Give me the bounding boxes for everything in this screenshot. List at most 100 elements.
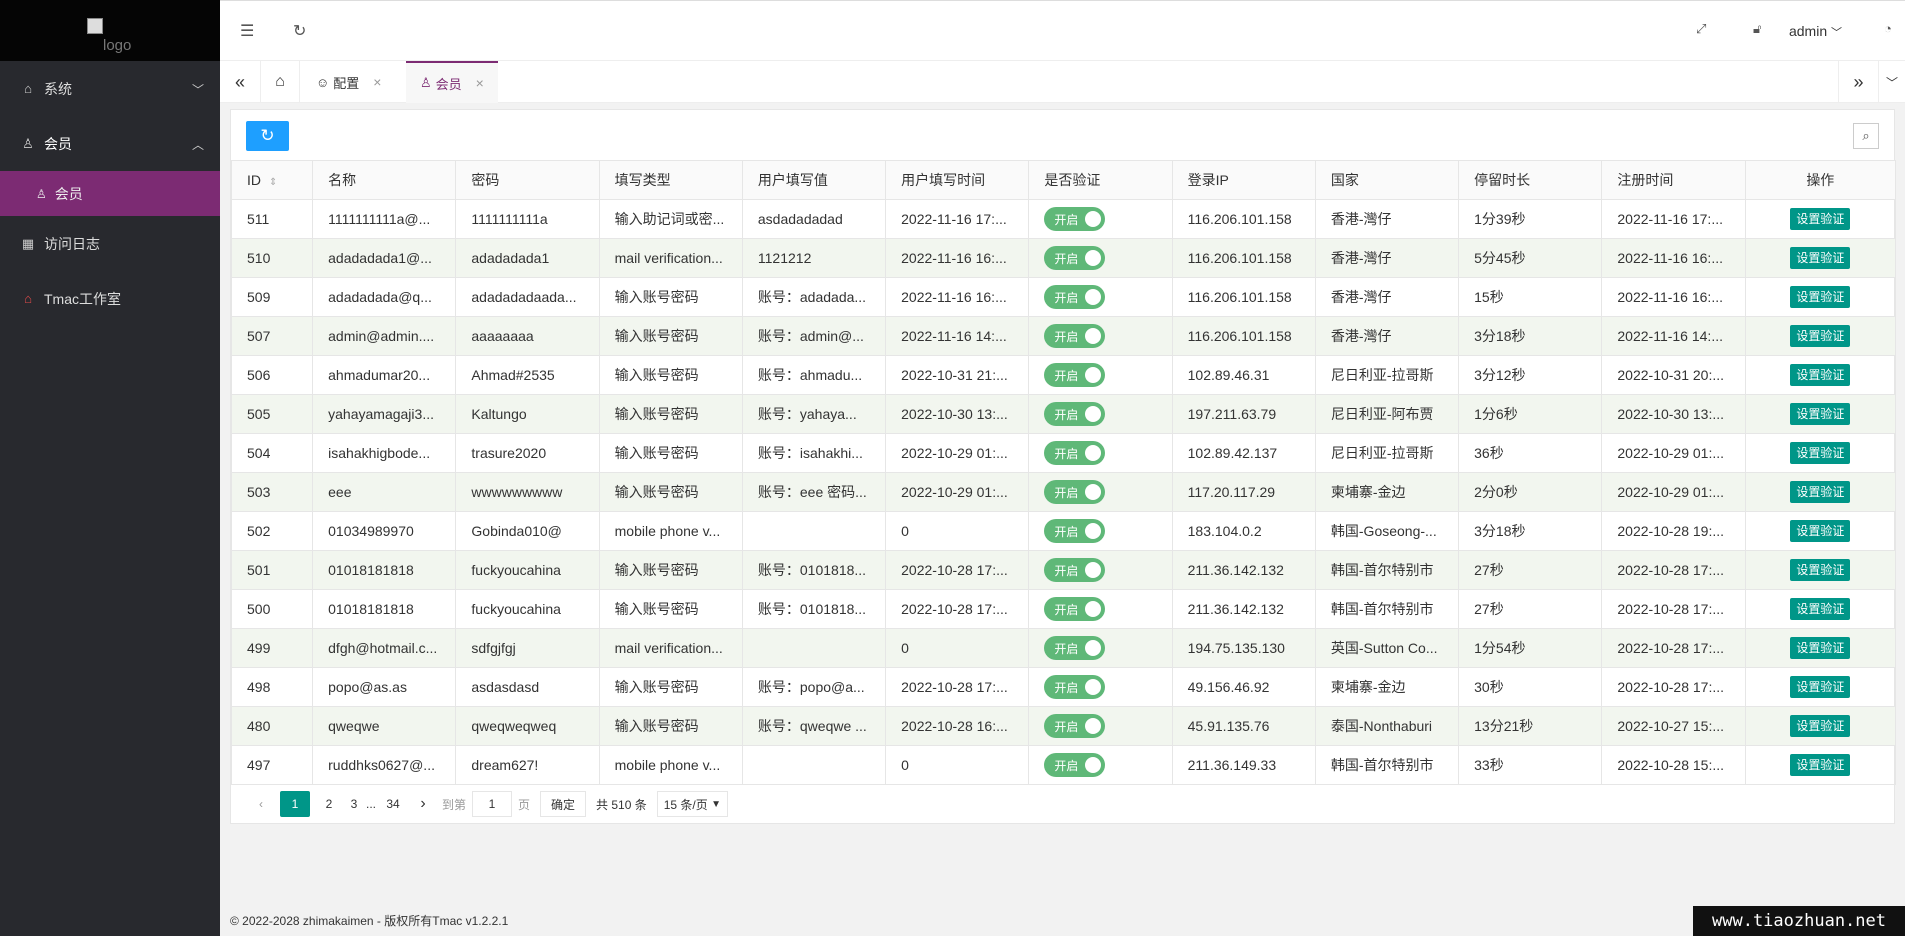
table-cell: 45.91.135.76 [1171, 706, 1316, 746]
table-cell: 尼日利亚-拉哥斯 [1314, 355, 1460, 395]
column-header: 操作 [1744, 160, 1897, 200]
set-verify-button[interactable]: 设置验证 [1790, 403, 1851, 425]
theme-icon[interactable]: ◔ [1884, 21, 1892, 36]
next-page-icon[interactable]: › [408, 791, 438, 817]
verify-switch[interactable]: 开启 [1044, 207, 1106, 231]
chevron-down-icon: ▼ [711, 798, 722, 810]
tabs-menu-chevron-icon[interactable]: ﹀ [1878, 61, 1905, 103]
verify-switch[interactable]: 开启 [1044, 714, 1106, 738]
page-34[interactable]: 34 [378, 791, 408, 817]
table-cell: 116.206.101.158 [1171, 316, 1316, 356]
table-cell: 2022-11-16 14:... [1601, 316, 1746, 356]
verify-switch[interactable]: 开启 [1044, 324, 1106, 348]
table-cell: 输入账号密码 [598, 394, 743, 434]
refresh-button[interactable]: ↻ [246, 121, 289, 151]
set-verify-button[interactable]: 设置验证 [1790, 559, 1851, 581]
per-page-value: 15 条/页 [663, 797, 708, 812]
set-verify-button[interactable]: 设置验证 [1790, 637, 1851, 659]
tabs-scroll-right-icon[interactable]: » [1838, 61, 1878, 103]
tab-home-icon[interactable]: ⌂ [260, 61, 300, 103]
prev-page-icon[interactable]: ‹ [246, 791, 276, 817]
set-verify-button[interactable]: 设置验证 [1790, 598, 1851, 620]
per-page-select[interactable]: 15 条/页 ▼ [656, 791, 729, 817]
verify-switch[interactable]: 开启 [1044, 558, 1106, 582]
verify-switch[interactable]: 开启 [1044, 480, 1106, 504]
close-icon[interactable]: × [373, 74, 381, 90]
verify-switch[interactable]: 开启 [1044, 402, 1106, 426]
switch-label: 开启 [1054, 368, 1079, 383]
switch-label: 开启 [1054, 758, 1079, 773]
confirm-page-button[interactable]: 确定 [540, 791, 587, 817]
menu-toggle-icon[interactable]: ☰ [240, 21, 254, 41]
page-2[interactable]: 2 [314, 791, 344, 817]
refresh-icon[interactable]: ↻ [293, 21, 306, 41]
close-icon[interactable]: × [476, 75, 484, 91]
page-1[interactable]: 1 [280, 791, 310, 817]
table-cell: asdasdasd [455, 667, 600, 707]
set-verify-button[interactable]: 设置验证 [1790, 325, 1851, 347]
tab-members[interactable]: ♙ 会员 × [406, 61, 498, 103]
set-verify-button[interactable]: 设置验证 [1790, 715, 1851, 737]
set-verify-button[interactable]: 设置验证 [1790, 676, 1851, 698]
table-cell: 1分54秒 [1458, 628, 1603, 668]
verify-switch[interactable]: 开启 [1044, 675, 1106, 699]
table-cell: 开启 [1028, 277, 1173, 317]
set-verify-button[interactable]: 设置验证 [1790, 754, 1851, 776]
page-input[interactable]: 1 [472, 791, 513, 817]
switch-label: 开启 [1054, 251, 1079, 266]
sidebar-item-system[interactable]: ⌂ 系统 ﹀ [0, 61, 220, 116]
username: admin [1788, 23, 1828, 39]
sidebar-item-tmac-studio[interactable]: ⌂ Tmac工作室 [0, 271, 220, 326]
user-menu[interactable]: admin ﹀ [1789, 23, 1842, 40]
verify-switch[interactable]: 开启 [1044, 753, 1106, 777]
sidebar-item-members[interactable]: ♙ 会员 ︿ [0, 116, 220, 171]
set-verify-button[interactable]: 设置验证 [1790, 208, 1851, 230]
table-cell: adadadada1 [455, 238, 600, 278]
table-cell: 输入账号密码 [598, 589, 743, 629]
table-cell: Ahmad#2535 [455, 355, 600, 395]
set-verify-button[interactable]: 设置验证 [1790, 364, 1851, 386]
table-cell: 账号：popo@a... [741, 667, 887, 707]
verify-switch[interactable]: 开启 [1044, 636, 1106, 660]
table-cell: 账号：ahmadu... [741, 355, 887, 395]
tabs-scroll-left-icon[interactable]: « [220, 61, 260, 103]
table-cell: 3分18秒 [1458, 511, 1603, 551]
verify-switch[interactable]: 开启 [1044, 363, 1106, 387]
table-cell: 27秒 [1458, 589, 1603, 629]
search-icon[interactable]: ⌕ [1853, 123, 1879, 149]
column-header: 停留时长 [1458, 160, 1603, 200]
table-cell: 2022-10-31 21:... [885, 355, 1030, 395]
table-cell: 197.211.63.79 [1171, 394, 1316, 434]
lock-icon[interactable]: 🔓︎ [1753, 21, 1761, 37]
verify-switch[interactable]: 开启 [1044, 519, 1106, 543]
table-cell: sdfgjfgj [455, 628, 600, 668]
verify-switch[interactable]: 开启 [1044, 246, 1106, 270]
tab-config[interactable]: ☺ 配置 × [302, 61, 395, 103]
logo[interactable]: logo [0, 0, 220, 61]
table-cell: 183.104.0.2 [1171, 511, 1316, 551]
column-header[interactable]: ID ⇕ [230, 160, 314, 200]
page-3[interactable]: 3 [344, 791, 364, 817]
set-verify-button[interactable]: 设置验证 [1790, 481, 1851, 503]
table-cell: 2022-10-30 13:... [1601, 394, 1746, 434]
table-cell: mail verification... [598, 238, 743, 278]
table-cell: 116.206.101.158 [1171, 277, 1316, 317]
set-verify-button[interactable]: 设置验证 [1790, 442, 1851, 464]
set-verify-button[interactable]: 设置验证 [1790, 247, 1851, 269]
table-cell: 开启 [1028, 433, 1173, 473]
sidebar-subitem-members[interactable]: ♙ 会员 [0, 171, 220, 216]
set-verify-button[interactable]: 设置验证 [1790, 286, 1851, 308]
verify-switch[interactable]: 开启 [1044, 441, 1106, 465]
set-verify-button[interactable]: 设置验证 [1790, 520, 1851, 542]
sort-icon[interactable]: ⇕ [269, 177, 277, 188]
verify-switch[interactable]: 开启 [1044, 285, 1106, 309]
verify-switch[interactable]: 开启 [1044, 597, 1106, 621]
switch-knob [1085, 211, 1102, 227]
table-cell [741, 628, 887, 668]
table-cell [741, 511, 887, 551]
sidebar: logo ⌂ 系统 ﹀ ♙ 会员 ︿ ♙ 会员 ▦ 访问日志 ⌂ Tmac工作室 [0, 0, 220, 936]
sidebar-item-access-log[interactable]: ▦ 访问日志 [0, 216, 220, 271]
table-cell: 36秒 [1458, 433, 1603, 473]
fullscreen-icon[interactable]: ⤢ [1696, 21, 1706, 37]
table-cell: 开启 [1028, 238, 1173, 278]
